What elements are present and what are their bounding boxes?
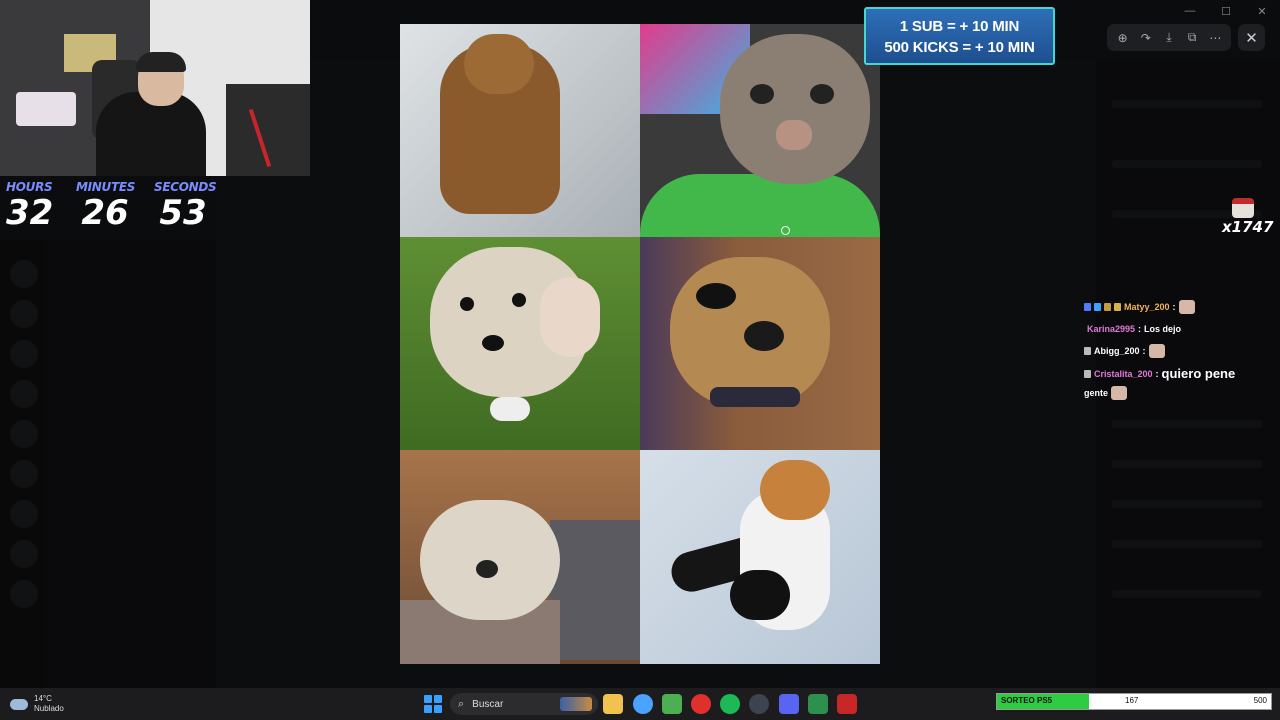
app-green-icon[interactable] bbox=[808, 694, 828, 714]
photo-brown-dog-tiles[interactable] bbox=[400, 24, 640, 237]
chat-username[interactable]: Matyy_200 bbox=[1124, 302, 1170, 312]
chat-username[interactable]: Abigg_200 bbox=[1094, 346, 1140, 356]
badge-icon bbox=[1084, 303, 1091, 311]
app-stream-icon[interactable] bbox=[837, 694, 857, 714]
chat-message: Karina2995 : Los dejo bbox=[1087, 324, 1182, 334]
zoom-icon[interactable]: ⊕ bbox=[1114, 29, 1132, 47]
screen: — ☐ ✕ ⊕ ↷ ⤓ ⧉ ⋯ ✕ HOURS 32 MINUTES 26 SE… bbox=[0, 0, 1280, 720]
subathon-timer: HOURS 32 MINUTES 26 SECONDS 53 bbox=[0, 180, 220, 242]
close-icon: ✕ bbox=[1245, 29, 1258, 47]
hours-label: HOURS bbox=[6, 180, 53, 194]
search-placeholder: Buscar bbox=[472, 698, 504, 710]
chrome-icon[interactable] bbox=[633, 694, 653, 714]
badge-icon bbox=[1084, 347, 1091, 355]
viewer-toolbar: ⊕ ↷ ⤓ ⧉ ⋯ bbox=[1107, 24, 1231, 51]
chat-text: Los dejo bbox=[1144, 324, 1182, 334]
taskbar-search[interactable]: ⌕ Buscar bbox=[450, 693, 598, 715]
cloud-icon bbox=[10, 698, 28, 710]
photo-puppy-grass[interactable] bbox=[400, 237, 640, 450]
badge-icon bbox=[1084, 369, 1091, 378]
sorteo-label: SORTEO PS5 bbox=[1001, 696, 1053, 705]
file-explorer-icon[interactable] bbox=[603, 694, 623, 714]
emote-icon bbox=[1111, 386, 1128, 400]
photo-tabby-cat[interactable] bbox=[640, 24, 880, 237]
seconds-label: SECONDS bbox=[154, 180, 217, 194]
chat-username[interactable]: Karina2995 bbox=[1087, 324, 1135, 334]
emote-combo: x1747 bbox=[1222, 198, 1276, 238]
badge-icon bbox=[1104, 303, 1111, 311]
more-icon[interactable]: ⋯ bbox=[1206, 29, 1224, 47]
taskbar: 14°C Nublado ⌕ Buscar SORTEO PS5 167 500 bbox=[0, 688, 1280, 720]
close-viewer-button[interactable]: ✕ bbox=[1238, 24, 1265, 51]
minutes-label: MINUTES bbox=[76, 180, 136, 194]
forward-icon[interactable]: ↷ bbox=[1137, 29, 1155, 47]
sorteo-progress-bar: SORTEO PS5 167 500 bbox=[996, 693, 1272, 710]
photo-calico-cat-bed[interactable] bbox=[640, 450, 880, 664]
opera-icon[interactable] bbox=[691, 694, 711, 714]
start-button[interactable] bbox=[424, 695, 442, 713]
photo-grid[interactable] bbox=[400, 24, 880, 664]
open-external-icon[interactable]: ⧉ bbox=[1183, 29, 1201, 47]
sorteo-value: 167 bbox=[1125, 696, 1139, 705]
chat-text: quiero pene bbox=[1161, 366, 1236, 381]
emote-icon bbox=[1178, 300, 1195, 314]
subathon-banner: 1 SUB = + 10 MIN 500 KICKS = + 10 MIN bbox=[864, 7, 1055, 65]
seconds-value: 53 bbox=[159, 193, 207, 233]
download-icon[interactable]: ⤓ bbox=[1160, 29, 1178, 47]
search-icon: ⌕ bbox=[458, 697, 465, 710]
banner-line-1: 1 SUB = + 10 MIN bbox=[899, 18, 1020, 35]
banner-line-2: 500 KICKS = + 10 MIN bbox=[884, 39, 1035, 56]
emote-icon bbox=[1232, 198, 1254, 218]
photo-white-dog-blanket[interactable] bbox=[400, 450, 640, 664]
combo-count: x1747 bbox=[1222, 218, 1274, 236]
discord-icon[interactable] bbox=[779, 694, 799, 714]
windows-icon bbox=[424, 695, 432, 703]
webcam-overlay bbox=[0, 0, 310, 176]
window-close-icon[interactable]: ✕ bbox=[1244, 2, 1280, 20]
minimize-icon[interactable]: — bbox=[1172, 2, 1208, 20]
search-highlight-icon bbox=[560, 697, 592, 711]
cursor-icon bbox=[781, 226, 790, 235]
spotify-icon[interactable] bbox=[720, 694, 740, 714]
chat-message: Abigg_200 : bbox=[1084, 344, 1165, 358]
maximize-icon[interactable]: ☐ bbox=[1208, 2, 1244, 20]
chat-username[interactable]: Cristalita_200 bbox=[1094, 369, 1153, 379]
chat-message: gente bbox=[1084, 386, 1128, 400]
weather-temp: 14°C bbox=[34, 694, 52, 703]
chat-text: gente bbox=[1084, 388, 1109, 398]
minutes-value: 26 bbox=[81, 193, 129, 233]
hours-value: 32 bbox=[6, 193, 54, 233]
weather-desc: Nublado bbox=[34, 704, 64, 713]
badge-icon bbox=[1114, 303, 1121, 311]
badge-icon bbox=[1094, 303, 1101, 311]
chat-message: Matyy_200 : bbox=[1084, 300, 1195, 314]
minecraft-icon[interactable] bbox=[662, 694, 682, 714]
weather-widget[interactable]: 14°C Nublado bbox=[10, 694, 64, 714]
chat-message: Cristalita_200 : quiero pene bbox=[1084, 366, 1235, 381]
sorteo-max: 500 bbox=[1253, 696, 1267, 705]
photo-chihuahua[interactable] bbox=[640, 237, 880, 450]
window-controls: — ☐ ✕ bbox=[1172, 2, 1280, 20]
steam-icon[interactable] bbox=[749, 694, 769, 714]
emote-icon bbox=[1148, 344, 1165, 358]
